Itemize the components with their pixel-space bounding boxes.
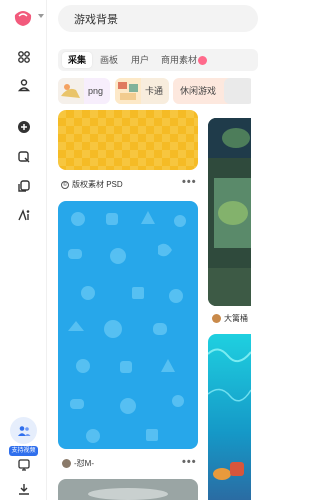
logo-icon[interactable] <box>13 9 33 27</box>
assistant-button[interactable] <box>10 417 37 444</box>
collection-icon[interactable] <box>15 177 33 195</box>
sidebar: 支持视频 <box>0 0 47 500</box>
caption-text: 版权素材 PSD <box>72 180 123 189</box>
chip-png[interactable]: png <box>58 78 110 104</box>
tab-collect[interactable]: 采集 <box>62 52 93 68</box>
image-card[interactable] <box>58 479 198 500</box>
chip-label: 卡通 <box>145 86 164 96</box>
image-card[interactable] <box>208 118 251 306</box>
more-button[interactable]: ••• <box>182 456 197 468</box>
avatar <box>212 314 221 323</box>
type-tabs: 采集 画板 用户 商用素材 <box>58 49 258 71</box>
card-caption: 大篱桶 <box>212 313 248 324</box>
avatar <box>62 459 71 468</box>
chip-cartoon[interactable]: 卡通 <box>115 78 169 104</box>
people-icon <box>17 425 30 436</box>
add-icon[interactable] <box>15 118 33 136</box>
message-icon[interactable] <box>15 148 33 166</box>
ai-icon[interactable] <box>15 206 33 224</box>
tab-users[interactable]: 用户 <box>125 52 155 68</box>
download-icon[interactable] <box>15 480 33 498</box>
card-image <box>58 201 198 449</box>
chip-label: png <box>88 86 104 96</box>
chip-thumbnail <box>58 78 84 104</box>
search-input[interactable]: 游戏背景 <box>58 5 258 32</box>
assist-badge: 支持视频 <box>9 446 38 456</box>
user-icon[interactable] <box>15 76 33 94</box>
suggestion-chips: png 卡通 休闲游戏 <box>58 78 251 104</box>
card-image <box>208 334 251 500</box>
tab-boards[interactable]: 画板 <box>94 52 124 68</box>
image-card[interactable] <box>208 334 251 500</box>
badge-icon <box>198 56 208 66</box>
chip-label: 休闲游戏 <box>180 86 217 96</box>
search-query: 游戏背景 <box>74 14 118 26</box>
more-button[interactable]: ••• <box>182 176 197 188</box>
chevron-down-icon[interactable] <box>38 14 44 18</box>
card-caption: -怼M- <box>62 458 94 469</box>
card-image <box>58 479 198 500</box>
card-caption: © 版权素材 PSD <box>61 179 123 190</box>
discover-icon[interactable] <box>15 48 33 66</box>
tab-commercial[interactable]: 商用素材 <box>155 52 213 68</box>
card-image <box>208 118 251 306</box>
card-image <box>58 110 198 170</box>
tab-commercial-label: 商用素材 <box>161 55 198 65</box>
chip-more[interactable] <box>224 78 251 104</box>
image-card[interactable] <box>58 201 198 449</box>
app-root: 支持视频 游戏背景 采集 画板 用户 商用素材 png 卡通 休闲游戏 © 版权… <box>0 0 258 500</box>
copyright-icon: © <box>61 180 69 189</box>
caption-text: 大篱桶 <box>224 314 248 323</box>
image-card[interactable] <box>58 110 198 170</box>
chip-thumbnail <box>115 78 141 104</box>
caption-text: -怼M- <box>74 459 94 468</box>
plugin-icon[interactable] <box>15 456 33 474</box>
